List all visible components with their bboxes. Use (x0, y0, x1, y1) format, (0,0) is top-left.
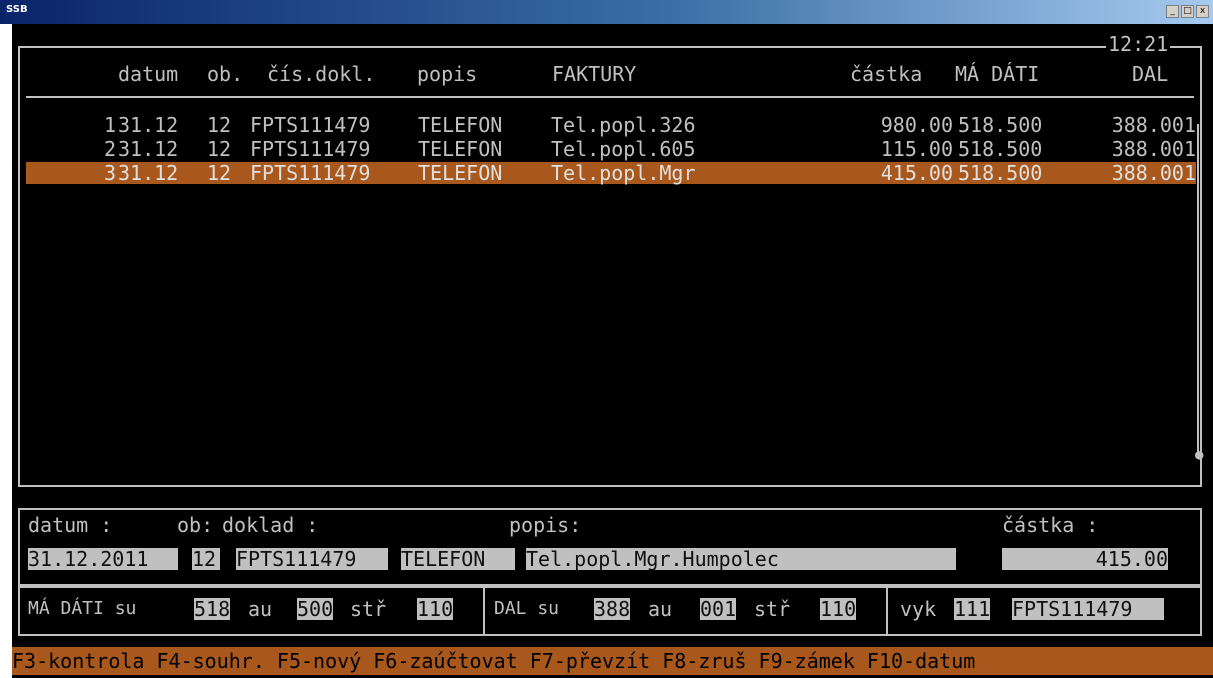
detail-datum-label: datum : (28, 513, 113, 537)
detail-doklad-label: doklad : (222, 513, 319, 537)
row-doklad: FPTS111479 (250, 161, 371, 185)
window-titlebar[interactable]: SSB _ □ x (0, 0, 1213, 24)
header-divider (26, 96, 1194, 98)
scrollbar-track[interactable] (1197, 124, 1199, 454)
row-dal: 388.001 (1111, 137, 1196, 161)
dal-str-field[interactable]: 110 (820, 598, 856, 620)
row-text: Tel.popl.326 (551, 113, 696, 137)
ma-au-label: au (248, 597, 273, 621)
dal-au-label: au (648, 597, 673, 621)
row-dal: 388.001 (1111, 161, 1196, 185)
col-header-castka: částka (850, 62, 923, 86)
accounts-divider-2 (886, 584, 888, 634)
dal-label: DAL su (494, 598, 560, 619)
row-text: Tel.popl.605 (551, 137, 696, 161)
text-field[interactable]: Tel.popl.Mgr.Humpolec (526, 548, 956, 570)
row-text: Tel.popl.Mgr (551, 161, 696, 185)
row-doklad: FPTS111479 (250, 137, 371, 161)
datum-field[interactable]: 31.12.2011 (28, 548, 178, 570)
row-ma-dati: 518.500 (958, 161, 1043, 185)
ma-str-field[interactable]: 110 (417, 598, 453, 620)
detail-popis-label: popis: (509, 513, 582, 537)
table-row[interactable]: 2 31.12 12 FPTS111479 TELEFON Tel.popl.6… (26, 138, 1196, 160)
col-header-dal: DAL (1132, 62, 1169, 86)
row-datum: 31.12 (118, 113, 179, 137)
row-popis: TELEFON (418, 137, 503, 161)
vyk-doklad-field[interactable]: FPTS111479 (1012, 598, 1164, 620)
row-ob: 12 (207, 113, 232, 137)
row-ma-dati: 518.500 (958, 113, 1043, 137)
row-popis: TELEFON (418, 113, 503, 137)
row-datum: 31.12 (118, 137, 179, 161)
castka-field[interactable]: 415.00 (1002, 548, 1168, 570)
close-button[interactable]: x (1196, 5, 1209, 18)
vyk-field[interactable]: 111 (954, 598, 990, 620)
row-popis: TELEFON (418, 161, 503, 185)
scroll-thumb-icon[interactable]: ● (1195, 444, 1203, 466)
accounts-divider-1 (483, 584, 485, 634)
ma-au-field[interactable]: 500 (297, 598, 333, 620)
col-header-ob: ob. (207, 62, 244, 86)
row-ma-dati: 518.500 (958, 137, 1043, 161)
row-doklad: FPTS111479 (250, 113, 371, 137)
table-row-selected[interactable]: 3 31.12 12 FPTS111479 TELEFON Tel.popl.M… (26, 162, 1196, 184)
row-ob: 12 (207, 137, 232, 161)
function-key-bar[interactable]: F3-kontrola F4-souhr. F5-nový F6-zaúčtov… (12, 647, 1213, 675)
dal-su-field[interactable]: 388 (594, 598, 630, 620)
row-datum: 31.12 (118, 161, 179, 185)
row-dal: 388.001 (1111, 113, 1196, 137)
col-header-datum: datum (118, 62, 179, 86)
row-castka: 115.00 (880, 137, 953, 161)
col-header-cis-dokl: čís.dokl. (267, 62, 376, 86)
row-number: 3 (103, 161, 116, 185)
table-row[interactable]: 1 31.12 12 FPTS111479 TELEFON Tel.popl.3… (26, 114, 1196, 136)
popis-field[interactable]: TELEFON (401, 548, 515, 570)
dal-au-field[interactable]: 001 (700, 598, 736, 620)
col-header-ma-dati: MÁ DÁTI (955, 62, 1040, 86)
row-castka: 980.00 (880, 113, 953, 137)
ma-str-label: stř (350, 597, 387, 621)
row-castka: 415.00 (880, 161, 953, 185)
row-number: 1 (103, 113, 116, 137)
ma-dati-label: MÁ DÁTI su (28, 598, 137, 619)
ma-su-field[interactable]: 518 (194, 598, 230, 620)
row-number: 2 (103, 137, 116, 161)
row-ob: 12 (207, 161, 232, 185)
col-header-faktury: FAKTURY (552, 62, 637, 86)
clock: 12:21 (1106, 32, 1171, 56)
window-title: SSB (6, 4, 28, 15)
vyk-label: vyk (900, 597, 937, 621)
console-area: 12:21 datum ob. čís.dokl. popis FAKTURY … (12, 24, 1213, 678)
detail-ob-label: ob: (177, 513, 214, 537)
minimize-button[interactable]: _ (1166, 5, 1179, 18)
dal-str-label: stř (754, 597, 791, 621)
col-header-popis: popis (417, 62, 478, 86)
ob-field[interactable]: 12 (192, 548, 220, 570)
restore-button[interactable]: □ (1181, 5, 1194, 18)
doklad-field[interactable]: FPTS111479 (236, 548, 388, 570)
detail-castka-label: částka : (1002, 513, 1099, 537)
